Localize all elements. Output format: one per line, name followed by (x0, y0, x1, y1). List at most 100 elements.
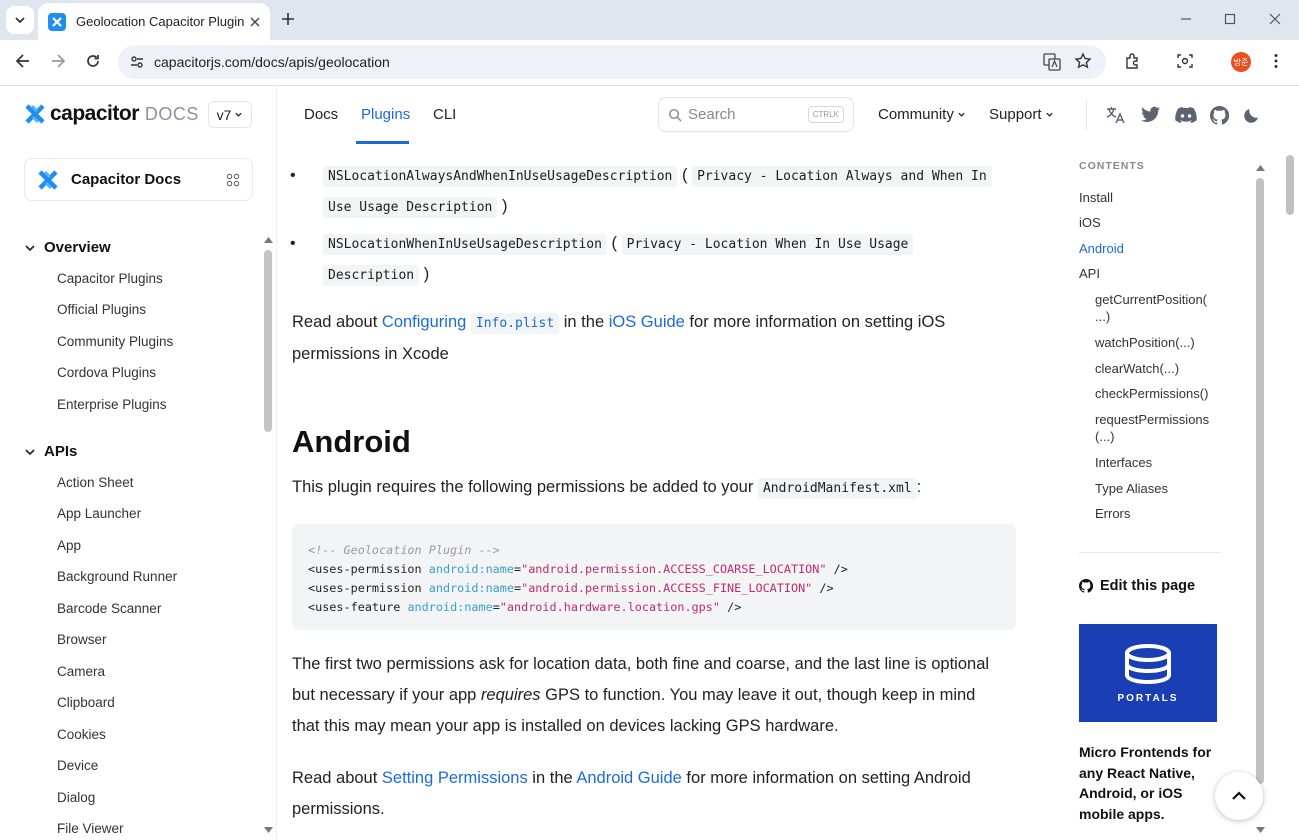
sidebar-scrollbar[interactable] (264, 250, 272, 432)
sidebar-section-apis[interactable]: APIs (24, 443, 77, 460)
close-window-icon[interactable] (1268, 12, 1282, 26)
github-icon (1079, 579, 1093, 593)
bullet-item-2-cont: Description ) (323, 259, 429, 292)
tab-title: Geolocation Capacitor Plugin API (76, 14, 244, 29)
version-selector[interactable]: v7 (208, 101, 252, 128)
sidebar-docs-card[interactable]: Capacitor Docs (24, 158, 253, 201)
close-tab-icon[interactable] (250, 17, 260, 27)
toc-item-type-aliases[interactable]: Type Aliases (1095, 480, 1168, 497)
community-dropdown[interactable]: Community (878, 106, 966, 123)
language-icon[interactable] (1106, 106, 1126, 124)
toc-item-errors[interactable]: Errors (1095, 505, 1130, 522)
sidebar-item-device[interactable]: Device (57, 758, 98, 773)
ios-guide-link[interactable]: iOS Guide (609, 313, 685, 331)
forward-arrow-icon[interactable] (49, 52, 67, 70)
address-bar[interactable]: capacitorjs.com/docs/apis/geolocation (118, 45, 1106, 79)
nav-plugins[interactable]: Plugins (361, 106, 410, 123)
code-block[interactable]: <!-- Geolocation Plugin --> <uses-permis… (292, 524, 1016, 630)
toc-item-watchposition[interactable]: watchPosition(...) (1095, 334, 1195, 351)
setting-permissions-link[interactable]: Setting Permissions (382, 769, 528, 787)
browser-tabstrip: Geolocation Capacitor Plugin API (0, 0, 1299, 40)
configuring-link[interactable]: Configuring (382, 313, 466, 331)
search-input[interactable]: Search CTRLK (658, 97, 854, 132)
toc-item-install[interactable]: Install (1079, 189, 1113, 206)
sidebar-item-browser[interactable]: Browser (57, 632, 107, 647)
support-dropdown[interactable]: Support (989, 106, 1054, 123)
tab-search-button[interactable] (6, 6, 34, 34)
github-icon[interactable] (1210, 106, 1229, 125)
toc-scrollbar[interactable] (1256, 178, 1264, 784)
toc-item-api[interactable]: API (1079, 265, 1100, 282)
page-scrollbar[interactable] (1286, 155, 1294, 215)
profile-avatar[interactable]: 방준 (1231, 52, 1251, 72)
sidebar-section-overview[interactable]: Overview (24, 239, 111, 256)
sidebar-item-clipboard[interactable]: Clipboard (57, 695, 115, 710)
translate-icon[interactable] (1042, 52, 1062, 72)
android-guide-paragraph-cont: permissions. (292, 800, 385, 818)
discord-icon[interactable] (1175, 106, 1197, 124)
sidebar-item-background-runner[interactable]: Background Runner (57, 569, 177, 584)
permissions-paragraph-line3: that this may mean your app is installed… (292, 717, 839, 735)
support-label: Support (989, 106, 1042, 123)
sidebar-item-app[interactable]: App (57, 538, 81, 553)
inline-code: AndroidManifest.xml (757, 478, 917, 499)
sidebar-item-official-plugins[interactable]: Official Plugins (57, 302, 146, 317)
sidebar-item-dialog[interactable]: Dialog (57, 790, 95, 805)
sidebar-item-cordova-plugins[interactable]: Cordova Plugins (57, 365, 156, 380)
nav-cli[interactable]: CLI (433, 106, 456, 123)
more-menu-icon[interactable] (1267, 52, 1285, 70)
search-shortcut-badge: CTRLK (807, 106, 844, 123)
toc-item-clearwatch[interactable]: clearWatch(...) (1095, 360, 1179, 377)
back-arrow-icon[interactable] (14, 52, 32, 70)
portals-ad-banner[interactable]: PORTALS (1079, 624, 1217, 722)
scroll-down-arrow-icon[interactable] (264, 827, 273, 834)
toc-item-ios[interactable]: iOS (1079, 214, 1101, 231)
scroll-down-arrow-icon[interactable] (1256, 827, 1265, 834)
extensions-icon[interactable] (1124, 52, 1142, 70)
section-title: Overview (44, 239, 111, 256)
twitter-icon[interactable] (1141, 106, 1161, 124)
active-nav-underline (356, 141, 409, 144)
android-heading: Android (292, 424, 411, 459)
browser-toolbar: capacitorjs.com/docs/apis/geolocation 방준 (0, 40, 1299, 86)
sidebar-item-app-launcher[interactable]: App Launcher (57, 506, 141, 521)
toc-item-getcurrentposition-cont[interactable]: ...) (1095, 308, 1110, 325)
toc-item-android[interactable]: Android (1079, 240, 1124, 257)
sidebar-item-enterprise-plugins[interactable]: Enterprise Plugins (57, 397, 167, 412)
site-info-icon[interactable] (128, 53, 146, 71)
info-plist-code-link[interactable]: Info.plist (470, 313, 560, 334)
sidebar-item-action-sheet[interactable]: Action Sheet (57, 475, 134, 490)
toc-item-interfaces[interactable]: Interfaces (1095, 454, 1152, 471)
capacitor-logo[interactable]: capacitor DOCS (24, 102, 199, 126)
reload-icon[interactable] (84, 52, 102, 70)
dark-mode-moon-icon[interactable] (1243, 106, 1261, 124)
browser-tab-active[interactable]: Geolocation Capacitor Plugin API (38, 3, 270, 40)
sidebar-item-cookies[interactable]: Cookies (57, 727, 106, 742)
sidebar-item-camera[interactable]: Camera (57, 664, 105, 679)
toc-item-checkpermissions[interactable]: checkPermissions() (1095, 385, 1208, 402)
new-tab-icon[interactable] (278, 9, 298, 29)
sidebar-divider (276, 86, 277, 840)
code-line: <uses-permission android:name="android.p… (308, 581, 834, 595)
toc-item-requestpermissions[interactable]: requestPermissions (1095, 411, 1209, 428)
grid-menu-icon[interactable] (226, 173, 240, 187)
sidebar-item-file-viewer[interactable]: File Viewer (57, 821, 124, 836)
maximize-icon[interactable] (1223, 12, 1237, 26)
android-guide-link[interactable]: Android Guide (576, 769, 682, 787)
scroll-to-top-button[interactable] (1215, 772, 1263, 820)
toc-item-getcurrentposition[interactable]: getCurrentPosition( (1095, 291, 1207, 308)
edit-this-page-link[interactable]: Edit this page (1079, 578, 1195, 594)
scroll-up-arrow-icon[interactable] (1256, 164, 1265, 171)
sidebar-item-barcode-scanner[interactable]: Barcode Scanner (57, 601, 161, 616)
scroll-up-arrow-icon[interactable] (264, 236, 273, 243)
android-intro: This plugin requires the following permi… (292, 472, 921, 505)
nav-docs[interactable]: Docs (304, 106, 338, 123)
minimize-icon[interactable] (1179, 12, 1193, 26)
bookmark-star-icon[interactable] (1074, 52, 1092, 70)
screenshot-lens-icon[interactable] (1176, 52, 1194, 70)
chevron-down-icon (25, 448, 35, 455)
toc-item-requestpermissions-cont[interactable]: (...) (1095, 428, 1115, 445)
sidebar-item-community-plugins[interactable]: Community Plugins (57, 334, 173, 349)
sidebar-item-capacitor-plugins[interactable]: Capacitor Plugins (57, 271, 163, 286)
portals-promo-text[interactable]: Micro Frontends for any React Native, An… (1079, 742, 1219, 824)
